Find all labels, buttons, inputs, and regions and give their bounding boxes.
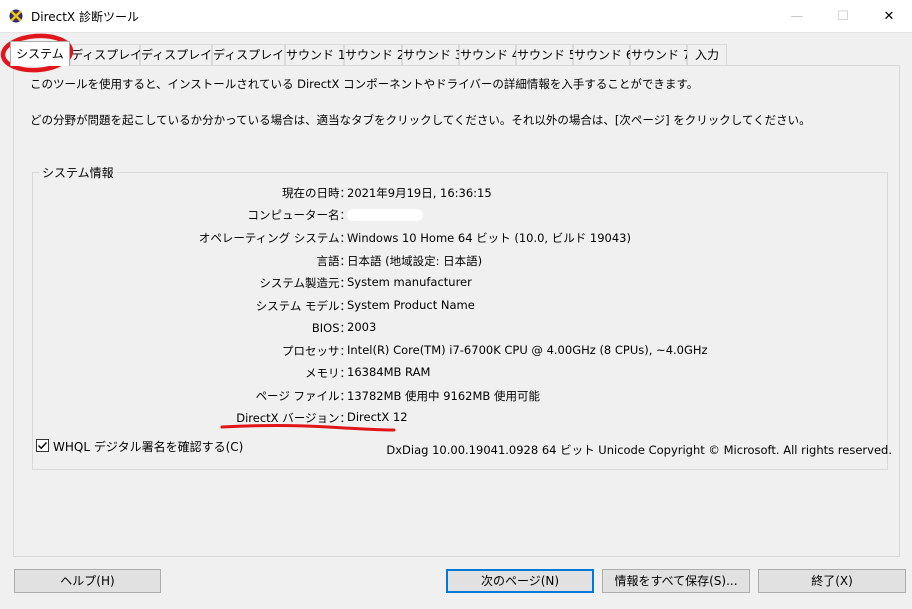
info-value: 13782MB 使用中 9162MB 使用可能 (347, 389, 540, 403)
version-copyright-text: DxDiag 10.00.19041.0928 64 ビット Unicode C… (386, 443, 892, 457)
tab-sound-7[interactable]: サウンド 7 (630, 44, 690, 65)
tab-strip: システム ディスプレイ 1 ディスプレイ 2 ディスプレイ 3 サウンド 1 サ… (6, 41, 906, 66)
info-value: System manufacturer (347, 275, 472, 289)
close-button[interactable]: ✕ (866, 0, 912, 32)
info-label: システム モデル： (255, 299, 351, 313)
info-value: 2003 (347, 320, 377, 334)
maximize-button[interactable]: ☐ (820, 0, 866, 32)
info-value: 2021年9月19日, 16:36:15 (347, 186, 492, 200)
info-label: 言語： (316, 254, 352, 268)
save-all-info-button[interactable]: 情報をすべて保存(S)... (602, 569, 750, 593)
checkmark-icon (38, 442, 48, 450)
info-row-os: オペレーティング システム： Windows 10 Home 64 ビット (1… (33, 230, 889, 250)
info-row-bios: BIOS： 2003 (33, 320, 889, 340)
tab-display-3[interactable]: ディスプレイ 3 (212, 44, 296, 65)
info-row-language: 言語： 日本語 (地域設定: 日本語) (33, 253, 889, 273)
info-row-manufacturer: システム製造元： System manufacturer (33, 275, 889, 295)
exit-button[interactable]: 終了(X) (758, 569, 906, 593)
tab-input[interactable]: 入力 (687, 44, 727, 65)
tab-sound-4[interactable]: サウンド 4 (459, 44, 519, 65)
info-label: DirectX バージョン： (236, 411, 351, 425)
info-row-model: システム モデル： System Product Name (33, 298, 889, 318)
info-label: ページ ファイル： (255, 389, 351, 403)
title-bar: DirectX 診断ツール — ☐ ✕ (0, 0, 912, 33)
info-row-computer-name: コンピューター名： (33, 207, 889, 227)
intro-text-1: このツールを使用すると、インストールされている DirectX コンポーネントや… (30, 77, 699, 91)
system-info-title: システム情報 (39, 164, 117, 181)
info-label: オペレーティング システム： (198, 231, 351, 245)
info-label: コンピューター名： (247, 208, 352, 222)
info-label: システム製造元： (259, 276, 351, 290)
redacted-value (347, 209, 423, 221)
info-value: System Product Name (347, 298, 475, 312)
whql-checkbox[interactable] (36, 439, 49, 452)
info-label: メモリ： (305, 366, 351, 380)
help-button[interactable]: ヘルプ(H) (14, 569, 161, 593)
info-value: Windows 10 Home 64 ビット (10.0, ビルド 19043) (347, 231, 631, 245)
tab-sound-1[interactable]: サウンド 1 (285, 44, 345, 65)
info-label: 現在の日時： (282, 186, 351, 200)
info-value: 日本語 (地域設定: 日本語) (347, 254, 483, 268)
next-page-button[interactable]: 次のページ(N) (446, 569, 594, 593)
minimize-button[interactable]: — (774, 0, 820, 32)
tab-sound-6[interactable]: サウンド 6 (573, 44, 633, 65)
whql-label: WHQL デジタル署名を確認する(C) (53, 440, 244, 454)
info-row-memory: メモリ： 16384MB RAM (33, 365, 889, 385)
info-value: Intel(R) Core(TM) i7-6700K CPU @ 4.00GHz… (347, 343, 708, 357)
info-row-directx-version: DirectX バージョン： DirectX 12 (33, 410, 889, 430)
tab-sound-2[interactable]: サウンド 2 (344, 44, 404, 65)
directx-icon (9, 9, 23, 23)
info-row-page-file: ページ ファイル： 13782MB 使用中 9162MB 使用可能 (33, 388, 889, 408)
system-tab-panel: このツールを使用すると、インストールされている DirectX コンポーネントや… (13, 65, 900, 557)
tab-sound-3[interactable]: サウンド 3 (402, 44, 462, 65)
info-label: BIOS： (311, 321, 351, 335)
system-info-group: システム情報 現在の日時： 2021年9月19日, 16:36:15 コンピュー… (32, 164, 889, 470)
info-row-processor: プロセッサ： Intel(R) Core(TM) i7-6700K CPU @ … (33, 343, 889, 363)
tab-display-2[interactable]: ディスプレイ 2 (140, 44, 224, 65)
tab-sound-5[interactable]: サウンド 5 (516, 44, 576, 65)
window-title: DirectX 診断ツール (31, 10, 139, 24)
info-value: 16384MB RAM (347, 365, 431, 379)
tab-system[interactable]: システム (10, 41, 70, 66)
info-row-datetime: 現在の日時： 2021年9月19日, 16:36:15 (33, 185, 889, 205)
intro-text-2: どの分野が問題を起こしているか分かっている場合は、適当なタブをクリックしてくださ… (30, 113, 811, 127)
info-label: プロセッサ： (282, 344, 351, 358)
info-value: DirectX 12 (347, 410, 408, 424)
tab-display-1[interactable]: ディスプレイ 1 (70, 44, 154, 65)
